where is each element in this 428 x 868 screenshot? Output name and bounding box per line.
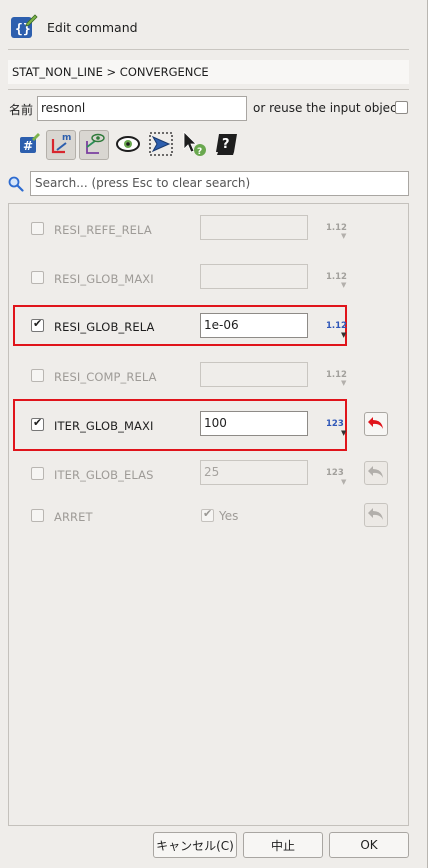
svg-text:#: # bbox=[23, 139, 33, 153]
name-label: 名前 bbox=[9, 103, 34, 117]
chevron-down-icon: ▼ bbox=[341, 429, 347, 437]
keyword-checkbox[interactable] bbox=[31, 271, 44, 284]
keyword-label: RESI_REFE_RELA bbox=[54, 223, 152, 237]
eye-button[interactable] bbox=[113, 130, 143, 160]
name-input[interactable]: resnonl bbox=[37, 96, 247, 121]
value-checkbox[interactable] bbox=[201, 507, 214, 522]
eye-split-icon bbox=[81, 131, 107, 160]
reuse-input-checkbox[interactable] bbox=[395, 101, 408, 114]
undo-icon bbox=[367, 507, 385, 524]
keyword-value-input[interactable]: 1e-06 bbox=[200, 313, 308, 338]
keyword-checkbox[interactable] bbox=[31, 317, 44, 332]
help-book-button[interactable]: ? bbox=[212, 130, 242, 160]
keyword-value-input[interactable]: 100 bbox=[200, 411, 308, 436]
keyword-checkbox[interactable] bbox=[31, 369, 44, 382]
keyword-label: RESI_COMP_RELA bbox=[54, 370, 157, 384]
chevron-down-icon: ▼ bbox=[341, 379, 347, 387]
reset-value-button[interactable] bbox=[364, 503, 388, 527]
select-tool-icon bbox=[148, 131, 174, 160]
chevron-down-icon: ▼ bbox=[341, 331, 347, 339]
type-badge: 1.12 bbox=[326, 321, 347, 331]
keyword-checkbox[interactable] bbox=[31, 416, 44, 431]
edit-command-icon: {} bbox=[10, 14, 38, 40]
keyword-label: ITER_GLOB_MAXI bbox=[54, 419, 154, 433]
abort-button[interactable]: 中止 bbox=[243, 832, 323, 858]
keyword-checkbox[interactable] bbox=[31, 467, 44, 480]
svg-text:?: ? bbox=[197, 147, 202, 157]
chevron-down-icon: ▼ bbox=[341, 232, 347, 240]
undo-icon bbox=[367, 416, 385, 433]
mesh-edit-icon: m bbox=[48, 131, 74, 160]
keyword-value-input[interactable] bbox=[200, 264, 308, 289]
svg-text:m: m bbox=[62, 133, 71, 143]
keyword-label: RESI_GLOB_MAXI bbox=[54, 272, 154, 286]
eye-split-button[interactable] bbox=[79, 130, 109, 160]
search-icon bbox=[8, 176, 24, 192]
keyword-checkbox[interactable] bbox=[31, 509, 44, 522]
keyword-label: ITER_GLOB_ELAS bbox=[54, 468, 154, 482]
keyword-label: RESI_GLOB_RELA bbox=[54, 320, 155, 334]
reset-value-button[interactable] bbox=[364, 461, 388, 485]
ok-button[interactable]: OK bbox=[329, 832, 409, 858]
pointer-help-button[interactable]: ? bbox=[179, 130, 209, 160]
select-tool-button[interactable] bbox=[146, 130, 176, 160]
hash-edit-button[interactable]: # bbox=[14, 130, 44, 160]
eye-icon bbox=[115, 134, 141, 157]
cancel-button[interactable]: キャンセル(C) bbox=[153, 832, 237, 858]
hash-edit-icon: # bbox=[17, 132, 41, 159]
keyword-value-input[interactable]: 25 bbox=[200, 460, 308, 485]
svg-text:?: ? bbox=[222, 137, 230, 152]
divider bbox=[8, 49, 409, 50]
chevron-down-icon: ▼ bbox=[341, 478, 347, 486]
type-badge: 123 bbox=[326, 468, 344, 478]
chevron-down-icon: ▼ bbox=[341, 281, 347, 289]
reset-value-button[interactable] bbox=[364, 412, 388, 436]
breadcrumb: STAT_NON_LINE > CONVERGENCE bbox=[8, 60, 409, 84]
divider bbox=[8, 89, 409, 90]
undo-icon bbox=[367, 465, 385, 482]
value-checkbox-label: Yes bbox=[219, 509, 239, 523]
reuse-input-label: or reuse the input object bbox=[253, 101, 402, 115]
window-title: Edit command bbox=[47, 20, 138, 35]
help-book-icon: ? bbox=[214, 132, 240, 159]
pointer-help-icon: ? bbox=[180, 130, 208, 161]
keyword-label: ARRET bbox=[54, 510, 93, 524]
type-badge: 123 bbox=[326, 419, 344, 429]
mesh-edit-button[interactable]: m bbox=[46, 130, 76, 160]
keyword-value-input[interactable] bbox=[200, 362, 308, 387]
keyword-checkbox[interactable] bbox=[31, 222, 44, 235]
keyword-value-input[interactable] bbox=[200, 215, 308, 240]
search-input[interactable]: Search... (press Esc to clear search) bbox=[30, 171, 409, 196]
